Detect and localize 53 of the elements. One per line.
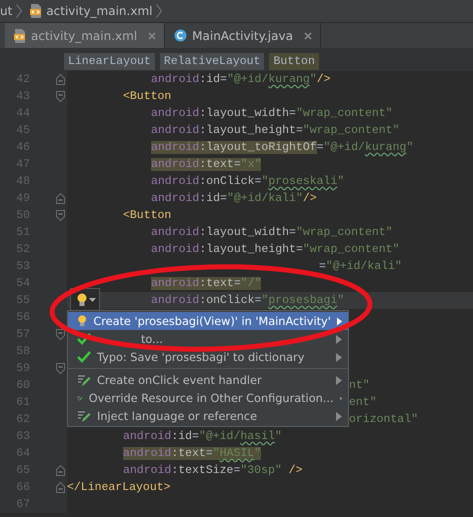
chevron-icon [156,4,162,18]
editor-tab[interactable]: activity_main.xml [5,23,166,48]
code-line: ="@+id/kali" [319,260,402,273]
code-line: android:layout_width="wrap_content" [151,107,393,120]
close-icon[interactable] [148,32,156,40]
lightbulb-icon [77,314,88,328]
caret-icon [89,298,96,302]
close-icon[interactable] [304,32,312,40]
code-line: android:layout_height="wrap_content" [151,243,400,256]
fold-marker-icon[interactable] [56,482,65,493]
fold-marker-icon[interactable] [56,193,65,204]
code-line: </LinearLayout> [67,481,171,494]
breadcrumb-item[interactable]: ut [0,4,12,18]
pencil-icon [77,374,91,386]
tag-path-item[interactable]: Button [269,53,319,70]
checkmark-icon [77,351,91,363]
menu-item[interactable]: Override Resource in Other Configuration... [68,389,348,407]
checkmark-icon [77,333,91,345]
code-line: nt" [349,379,370,392]
tag-path-item[interactable]: RelativeLayout [160,53,264,70]
code-line: <Button [123,209,172,222]
fold-marker-icon[interactable] [56,363,65,374]
code-line: orizontal" [349,413,418,426]
xml-file-icon [30,4,42,18]
fold-marker-icon[interactable] [56,465,65,476]
code-line: android:layout_height="wrap_content" [151,124,400,137]
code-line: android:textSize="30sp" /> [123,464,302,477]
code-line: android:onClick="proseskali" [151,175,344,188]
code-line: android:layout_toRightOf="@+id/kurang" [151,141,414,154]
xml-file-icon [14,28,26,42]
code-line: <Button [123,90,172,103]
code-line: android:id="@+id/kali"/> [151,192,317,205]
fold-marker-icon[interactable] [56,91,65,102]
code-line: ent" [349,396,377,409]
class-icon [174,29,188,42]
breadcrumb-item[interactable]: activity_main.xml [46,4,152,18]
lightbulb-icon [76,293,88,307]
code-line: android:layout_width="wrap_content" [151,226,393,239]
code-line: android:id="@+id/hasil" [123,430,282,443]
tag-path-item[interactable]: LinearLayout [64,53,155,70]
chevron-icon [16,4,22,18]
menu-item[interactable]: Inject language or reference [68,407,348,425]
menu-item[interactable]: Create 'prosesbagi(View)' in 'MainActivity' [68,312,348,330]
code-line: android:text="/" [151,277,262,290]
menu-item[interactable]: to... [68,330,348,348]
fold-marker-icon[interactable] [56,329,65,340]
code-line: android:id="@+id/kurang"/> [151,73,330,86]
fold-marker-icon[interactable] [56,74,65,85]
menu-item[interactable]: Typo: Save 'prosesbagi' to dictionary [68,348,348,366]
pencil-icon [77,410,91,422]
fold-marker-icon[interactable] [56,210,65,221]
code-line: android:onClick="prosesbagi" [151,294,344,307]
menu-item[interactable]: Create onClick event handler [68,368,348,389]
